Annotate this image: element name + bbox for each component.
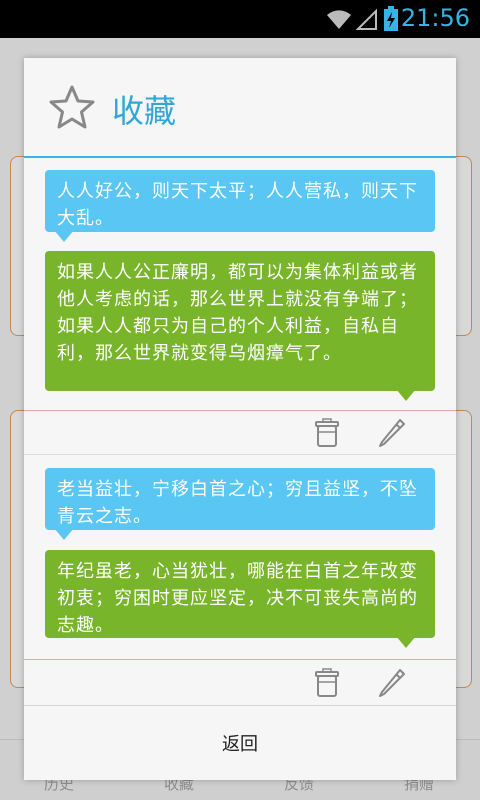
wifi-icon (327, 10, 351, 29)
dialog-footer: 返回 (24, 705, 456, 780)
signal-icon (356, 8, 377, 30)
bubble-tail (54, 230, 74, 242)
favorites-list: 人人好公，则天下太平；人人营私，则天下大乱。 如果人人公正廉明，都可以为集体利益… (24, 158, 456, 706)
clock: 21:56 (400, 4, 470, 32)
explanation-bubble: 如果人人公正廉明，都可以为集体利益或者他人考虑的话，那么世界上就没有争端了；如果… (45, 251, 435, 391)
delete-icon[interactable] (314, 418, 340, 448)
back-button[interactable]: 返回 (24, 706, 456, 780)
bubble-tail (396, 389, 416, 401)
entry-bottom-separator (24, 454, 456, 455)
explanation-bubble: 年纪虽老，心当犹壮，哪能在白首之年改变初衷；穷困时更应坚定，决不可丧失高尚的志趣… (45, 550, 435, 638)
bubble-tail (396, 636, 416, 648)
delete-icon[interactable] (314, 668, 340, 698)
entry-separator (24, 410, 456, 411)
favorites-dialog: 收藏 人人好公，则天下太平；人人营私，则天下大乱。 如果人人公正廉明，都可以为集… (24, 58, 456, 780)
battery-charging-icon (384, 6, 398, 31)
star-icon (49, 85, 95, 129)
entry-separator (24, 659, 456, 660)
quote-bubble: 老当益壮，宁移白首之心；穷且益坚，不坠青云之志。 (45, 468, 435, 530)
dialog-header: 收藏 (24, 58, 456, 156)
dialog-title: 收藏 (112, 92, 177, 130)
edit-pencil-icon[interactable] (376, 666, 408, 698)
status-bar: 21:56 (0, 0, 480, 38)
quote-bubble: 人人好公，则天下太平；人人营私，则天下大乱。 (45, 170, 435, 232)
edit-pencil-icon[interactable] (376, 416, 408, 448)
bubble-tail (54, 528, 74, 540)
